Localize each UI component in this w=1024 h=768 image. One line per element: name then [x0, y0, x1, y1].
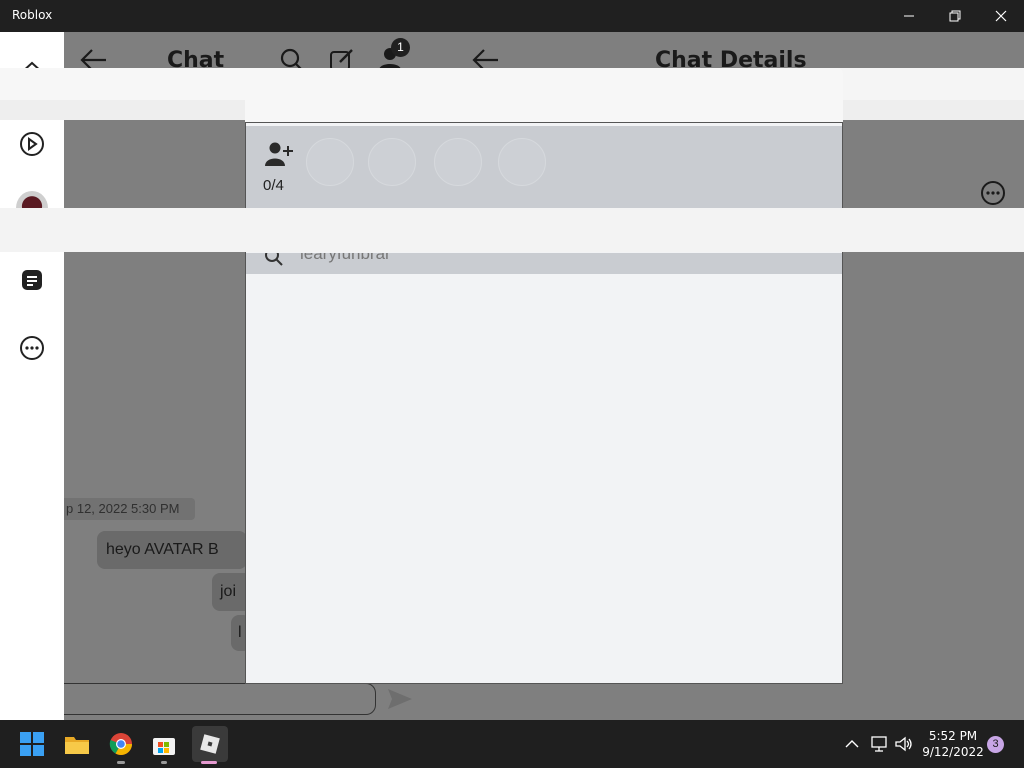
- close-icon: [995, 10, 1007, 22]
- chevron-up-icon: [845, 740, 859, 748]
- notification-badge[interactable]: 3: [987, 736, 1004, 753]
- running-indicator: [161, 761, 167, 764]
- nav-discover[interactable]: [16, 128, 48, 160]
- chrome-icon: [109, 733, 132, 755]
- friend-request-badge: 1: [391, 38, 410, 57]
- microsoft-store-icon: [153, 738, 175, 755]
- message-bubble: heyo AVATAR B: [97, 531, 247, 569]
- restore-icon: [949, 10, 961, 22]
- network-status[interactable]: [870, 734, 890, 754]
- participant-slot: [306, 138, 354, 186]
- taskbar-roblox[interactable]: [192, 726, 228, 762]
- clock-date: 9/12/2022: [922, 745, 984, 759]
- add-person-icon: [265, 142, 293, 166]
- nav-more[interactable]: [16, 332, 48, 364]
- add-friend-button[interactable]: [264, 140, 294, 173]
- play-icon: [20, 132, 44, 156]
- volume-control[interactable]: [894, 734, 914, 754]
- send-icon: [388, 689, 412, 709]
- search-text: iearyfunbrar: [300, 253, 391, 263]
- taskbar-file-explorer[interactable]: [61, 728, 93, 760]
- loading-strip: [0, 208, 1024, 252]
- more-icon: [981, 181, 1005, 205]
- add-friends-modal: 0/4 iearyfunbrar: [245, 122, 843, 684]
- search-icon: [265, 253, 283, 266]
- nav-rail: [0, 32, 64, 720]
- volume-icon: [895, 736, 912, 752]
- participant-slot: [434, 138, 482, 186]
- friend-search-field[interactable]: iearyfunbrar: [246, 253, 842, 274]
- send-button[interactable]: [386, 686, 414, 717]
- minimize-icon: [904, 15, 914, 17]
- show-hidden-icons[interactable]: [842, 734, 862, 754]
- more-icon: [20, 336, 44, 360]
- title-bar: Roblox: [0, 0, 1024, 32]
- message-input[interactable]: [64, 683, 376, 715]
- participant-slot: [368, 138, 416, 186]
- taskbar-chrome[interactable]: [105, 728, 137, 760]
- modal-header: [245, 68, 843, 122]
- participants-row: 0/4: [246, 126, 842, 208]
- window-title: Roblox: [12, 8, 53, 22]
- close-button[interactable]: [978, 0, 1024, 32]
- active-indicator: [201, 761, 217, 764]
- minimize-button[interactable]: [886, 0, 932, 32]
- start-button[interactable]: [16, 728, 48, 760]
- running-indicator: [117, 761, 125, 764]
- details-more-button[interactable]: [980, 180, 1006, 211]
- system-clock[interactable]: 5:52 PM 9/12/2022: [918, 728, 988, 760]
- maximize-button[interactable]: [932, 0, 978, 32]
- message-timestamp: p 12, 2022 5:30 PM: [64, 498, 195, 520]
- file-explorer-icon: [65, 737, 89, 754]
- roblox-icon: [200, 734, 220, 754]
- taskbar: 5:52 PM 9/12/2022: [0, 720, 1024, 768]
- chat-icon: [22, 270, 42, 290]
- network-icon: [871, 736, 887, 752]
- clock-time: 5:52 PM: [928, 729, 978, 743]
- nav-chat[interactable]: [16, 264, 48, 296]
- start-icon: [20, 732, 44, 756]
- taskbar-store[interactable]: [148, 728, 180, 760]
- participant-slot: [498, 138, 546, 186]
- participant-count: 0/4: [263, 177, 284, 194]
